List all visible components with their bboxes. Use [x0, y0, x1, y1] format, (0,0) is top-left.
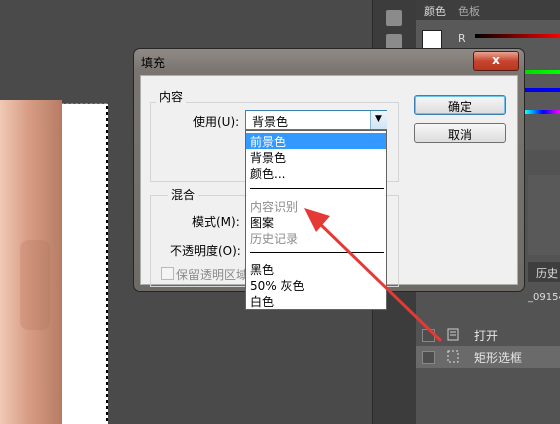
- annotation-arrow-icon: [304, 208, 442, 342]
